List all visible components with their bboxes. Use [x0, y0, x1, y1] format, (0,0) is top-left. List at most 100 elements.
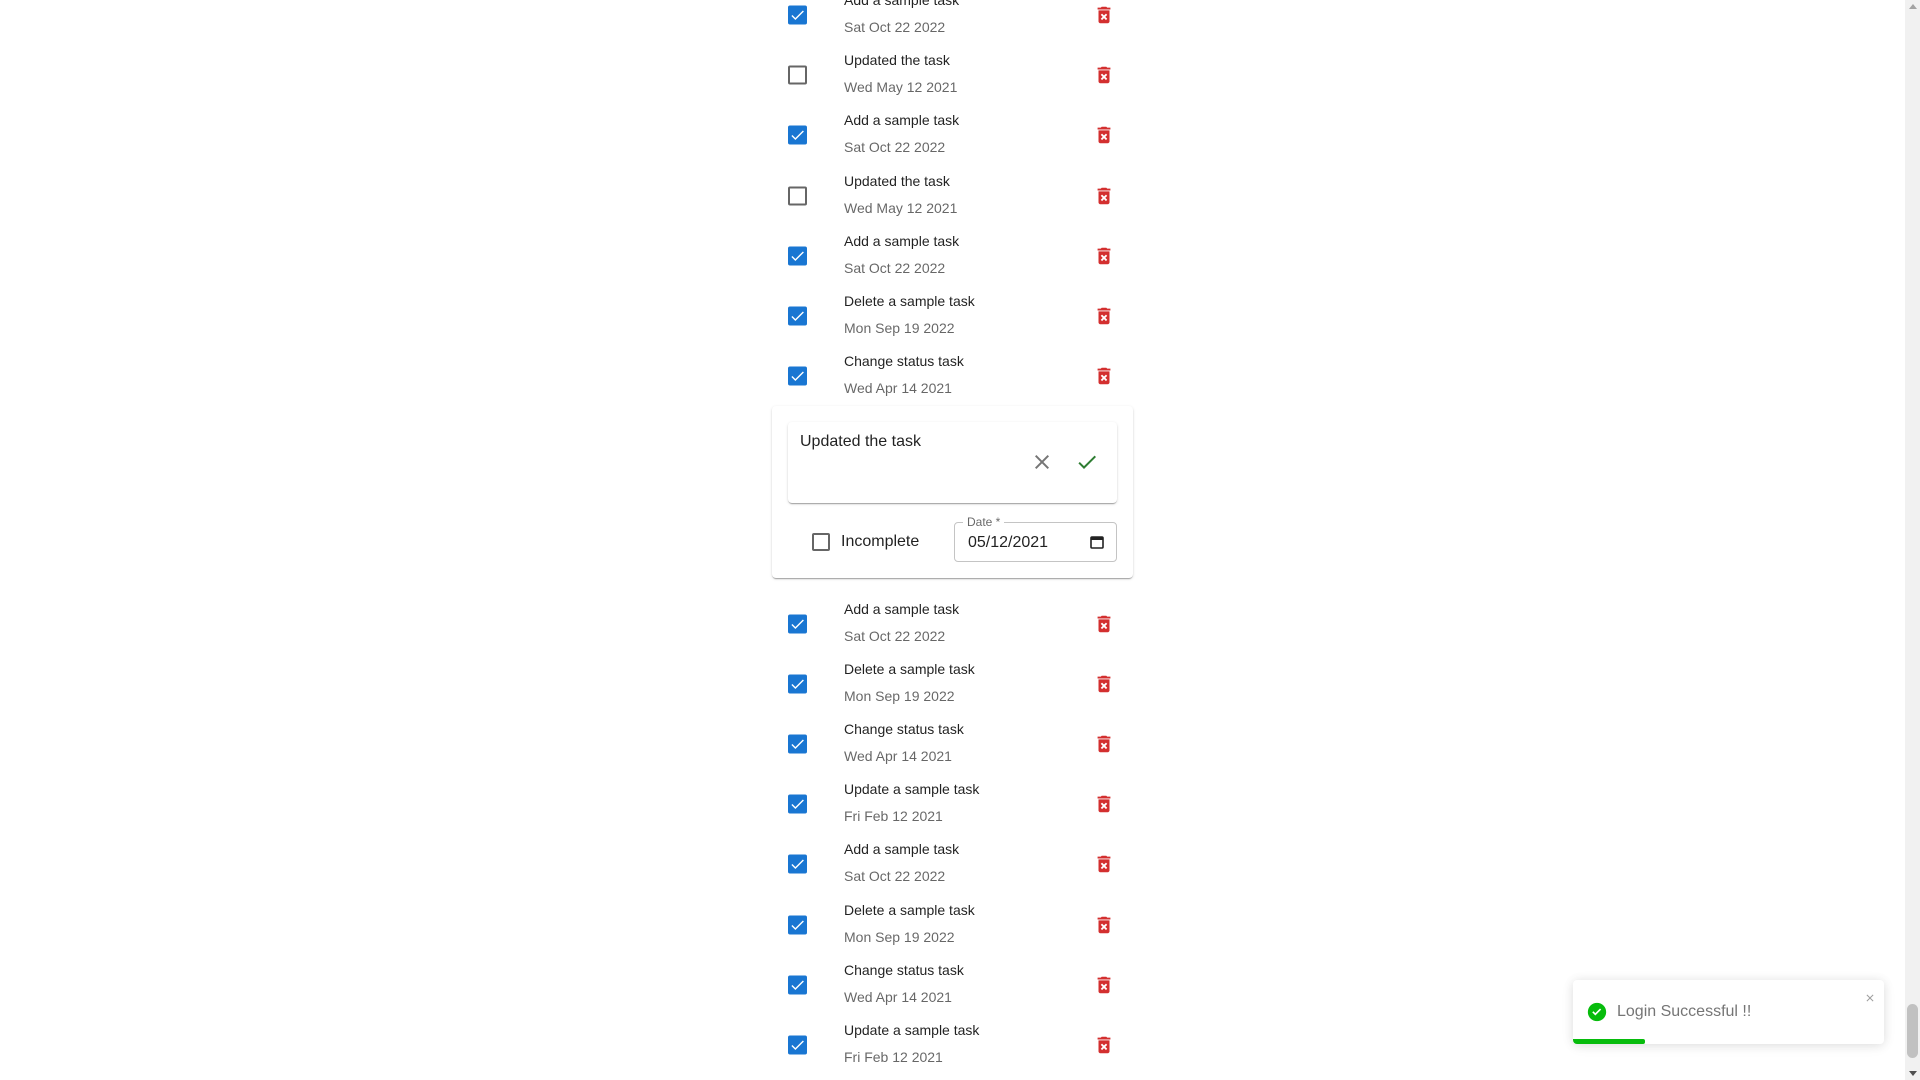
- task-date: Sat Oct 22 2022: [844, 19, 946, 35]
- task-checkbox[interactable]: [788, 246, 807, 266]
- task-title: Delete a sample task: [844, 293, 975, 309]
- confirm-edit-button[interactable]: [1071, 446, 1103, 478]
- date-label: Date *: [963, 515, 1005, 529]
- delete-task-button[interactable]: [1089, 241, 1119, 271]
- status-checkbox[interactable]: [812, 533, 830, 551]
- task-checkbox[interactable]: [788, 854, 807, 874]
- delete-task-button[interactable]: [1089, 910, 1119, 940]
- task-item[interactable]: Delete a sample task Mon Sep 19 2022: [772, 895, 1122, 955]
- task-item[interactable]: Change status task Wed Apr 14 2021: [772, 714, 1122, 774]
- edit-task-text-area[interactable]: Updated the task: [788, 422, 1117, 503]
- task-checkbox[interactable]: [788, 794, 807, 814]
- task-checkbox[interactable]: [788, 366, 807, 386]
- edit-task-input[interactable]: Updated the task: [800, 430, 921, 454]
- delete-task-button[interactable]: [1089, 301, 1119, 331]
- task-checkbox[interactable]: [788, 186, 807, 206]
- toast-notification: Login Successful !!: [1573, 980, 1884, 1044]
- task-date: Fri Feb 12 2021: [844, 808, 943, 825]
- delete-task-button[interactable]: [1089, 729, 1119, 759]
- task-checkbox[interactable]: [788, 5, 807, 25]
- scrollbar-thumb[interactable]: [1907, 1004, 1918, 1058]
- delete-forever-icon: [1097, 247, 1111, 265]
- task-checkbox[interactable]: [788, 306, 807, 326]
- delete-task-button[interactable]: [1089, 1030, 1119, 1060]
- delete-forever-icon: [1097, 916, 1111, 933]
- task-date: Wed Apr 14 2021: [844, 380, 952, 397]
- delete-task-button[interactable]: [1089, 970, 1119, 1000]
- delete-task-button[interactable]: [1089, 0, 1119, 30]
- delete-task-button[interactable]: [1089, 669, 1119, 699]
- delete-forever-icon: [1097, 735, 1111, 753]
- check-icon: [1078, 455, 1096, 469]
- delete-forever-icon: [1097, 976, 1111, 993]
- cancel-edit-button[interactable]: [1026, 446, 1058, 478]
- delete-task-button[interactable]: [1089, 609, 1119, 639]
- task-date: Wed May 12 2021: [844, 79, 958, 96]
- toast-message: Login Successful !!: [1617, 1003, 1752, 1020]
- task-checkbox[interactable]: [788, 1035, 807, 1055]
- task-checkbox[interactable]: [788, 65, 807, 85]
- task-title: Change status task: [844, 353, 964, 370]
- delete-task-button[interactable]: [1089, 789, 1119, 819]
- task-checkbox[interactable]: [788, 674, 807, 694]
- task-item[interactable]: Update a sample task Fri Feb 12 2021: [772, 1015, 1122, 1075]
- task-date: Wed May 12 2021: [844, 199, 958, 216]
- delete-forever-icon: [1097, 187, 1111, 204]
- task-checkbox[interactable]: [788, 915, 807, 934]
- task-item[interactable]: Update a sample task Fri Feb 12 2021: [772, 774, 1122, 834]
- task-title: Update a sample task: [844, 1021, 980, 1038]
- delete-task-button[interactable]: [1089, 60, 1119, 90]
- task-title: Updated the task: [844, 172, 950, 189]
- task-item[interactable]: Change status task Wed Apr 14 2021: [772, 346, 1122, 406]
- task-title: Change status task: [844, 721, 964, 738]
- calendar-icon[interactable]: [1090, 535, 1104, 549]
- task-date: Fri Feb 12 2021: [844, 1048, 943, 1065]
- toast-progress-bar: [1573, 1039, 1645, 1044]
- status-label: Incomplete: [841, 533, 920, 550]
- date-value[interactable]: 05/12/2021: [968, 532, 1048, 554]
- check-circle-icon: [1587, 1002, 1607, 1022]
- task-title: Add a sample task: [844, 232, 960, 249]
- page-scrollbar[interactable]: [1905, 0, 1920, 1080]
- task-item[interactable]: Delete a sample task Mon Sep 19 2022: [772, 286, 1122, 346]
- delete-task-button[interactable]: [1089, 181, 1119, 211]
- task-date: Mon Sep 19 2022: [844, 320, 955, 336]
- task-date: Sat Oct 22 2022: [844, 868, 946, 885]
- date-input[interactable]: Date * 05/12/2021: [954, 515, 1117, 562]
- scroll-up-arrow-icon[interactable]: [1909, 4, 1917, 9]
- delete-forever-icon: [1097, 307, 1111, 325]
- task-checkbox[interactable]: [788, 734, 807, 754]
- delete-task-button[interactable]: [1089, 361, 1119, 391]
- task-title: Delete a sample task: [844, 901, 975, 918]
- task-title: Updated the task: [844, 52, 950, 69]
- delete-forever-icon: [1097, 1036, 1111, 1053]
- delete-forever-icon: [1097, 856, 1111, 873]
- delete-forever-icon: [1097, 127, 1111, 144]
- task-title: Add a sample task: [844, 112, 960, 129]
- task-date: Wed Apr 14 2021: [844, 748, 952, 765]
- delete-forever-icon: [1097, 66, 1111, 84]
- task-checkbox[interactable]: [788, 614, 807, 634]
- task-item[interactable]: Add a sample task Sat Oct 22 2022: [772, 226, 1122, 286]
- delete-task-button[interactable]: [1089, 849, 1119, 879]
- task-item[interactable]: Add a sample task Sat Oct 22 2022: [772, 594, 1122, 654]
- task-item[interactable]: Add a sample task Sat Oct 22 2022: [772, 834, 1122, 894]
- toast-close-button[interactable]: [1862, 990, 1878, 1006]
- task-checkbox[interactable]: [788, 975, 807, 995]
- delete-forever-icon: [1097, 675, 1111, 693]
- task-item[interactable]: Delete a sample task Mon Sep 19 2022: [772, 654, 1122, 714]
- delete-forever-icon: [1097, 615, 1111, 633]
- task-date: Wed Apr 14 2021: [844, 988, 952, 1005]
- task-title: Update a sample task: [844, 781, 980, 798]
- close-icon: [1035, 455, 1049, 469]
- task-title: Change status task: [844, 961, 964, 978]
- task-item[interactable]: Add a sample task Sat Oct 22 2022: [772, 0, 1122, 45]
- task-item[interactable]: Updated the task Wed May 12 2021: [772, 45, 1122, 105]
- task-checkbox[interactable]: [788, 125, 807, 145]
- task-item[interactable]: Add a sample task Sat Oct 22 2022: [772, 105, 1122, 165]
- task-title: Add a sample task: [844, 0, 960, 8]
- delete-task-button[interactable]: [1089, 120, 1119, 150]
- task-item[interactable]: Change status task Wed Apr 14 2021: [772, 955, 1122, 1015]
- task-item[interactable]: Updated the task Wed May 12 2021: [772, 166, 1122, 226]
- scroll-down-arrow-icon[interactable]: [1909, 1071, 1917, 1076]
